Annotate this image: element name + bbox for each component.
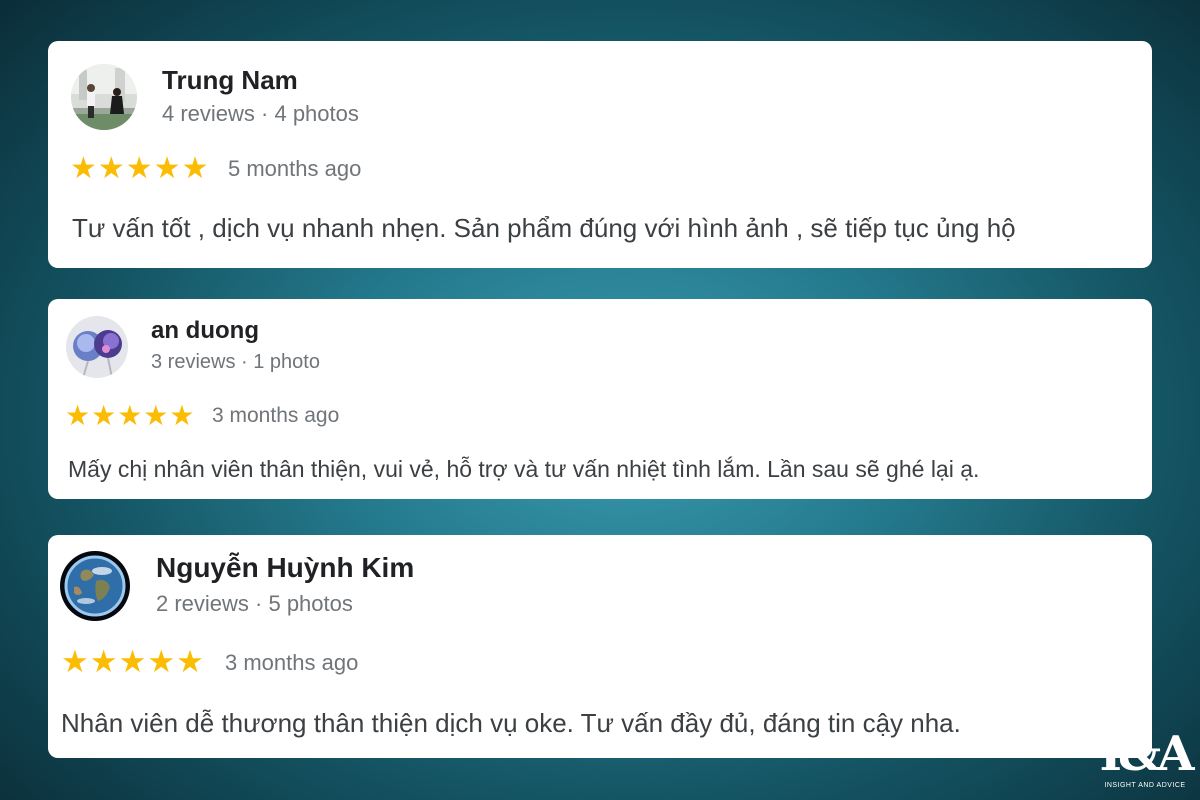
star-rating-icon: ★★★★★ xyxy=(70,152,210,185)
star-rating-icon: ★★★★★ xyxy=(61,644,205,679)
review-text: Nhân viên dễ thương thân thiện dịch vụ o… xyxy=(61,708,961,738)
reviewer-stats: 2 reviews · 5 photos xyxy=(156,591,353,616)
reviewer-stats: 3 reviews · 1 photo xyxy=(151,351,320,373)
review-text: Mấy chị nhân viên thân thiện, vui vẻ, hỗ… xyxy=(68,456,980,482)
review-date: 3 months ago xyxy=(225,650,359,675)
review-text: Tư vấn tốt , dịch vụ nhanh nhẹn. Sản phẩ… xyxy=(72,213,1016,243)
reviewer-name[interactable]: Nguyễn Huỳnh Kim xyxy=(156,552,414,584)
reviewer-avatar[interactable] xyxy=(66,316,128,378)
reviewer-avatar[interactable] xyxy=(71,64,137,130)
reviewer-stats: 4 reviews · 4 photos xyxy=(162,101,359,126)
logo-subtitle: INSIGHT AND ADVICE xyxy=(1104,782,1186,789)
review-date: 3 months ago xyxy=(212,404,340,427)
review-date: 5 months ago xyxy=(228,156,362,181)
review-card: an duong 3 reviews · 1 photo ★★★★★ 3 mon… xyxy=(48,299,1152,499)
reviewer-name[interactable]: an duong xyxy=(151,317,259,345)
reviewer-avatar[interactable] xyxy=(60,551,130,621)
review-card: Trung Nam 4 reviews · 4 photos ★★★★★ 5 m… xyxy=(48,41,1152,268)
reviewer-name[interactable]: Trung Nam xyxy=(162,65,298,96)
logo-mark: I&A xyxy=(1099,726,1194,782)
brand-logo: I&A INSIGHT AND ADVICE xyxy=(1096,727,1194,797)
star-rating-icon: ★★★★★ xyxy=(65,400,196,431)
review-card: Nguyễn Huỳnh Kim 2 reviews · 5 photos ★★… xyxy=(48,535,1152,758)
